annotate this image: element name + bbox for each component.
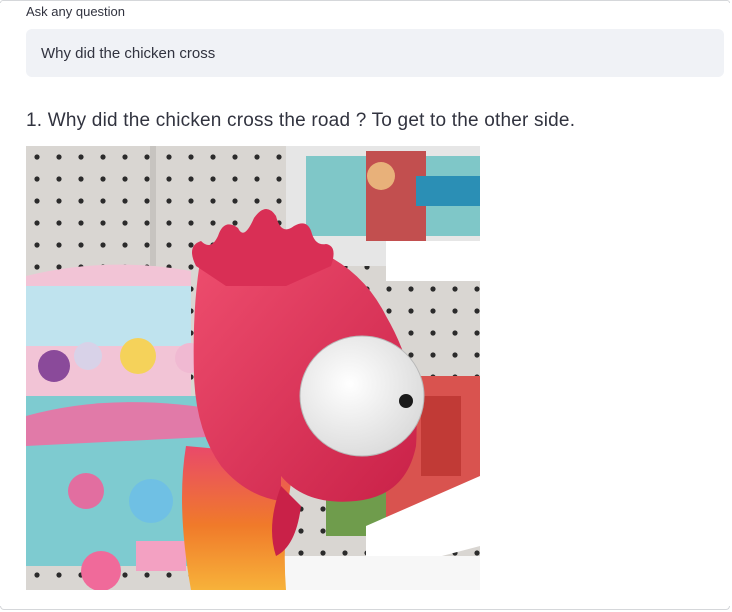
frame-border-bottom bbox=[0, 606, 730, 610]
frame-border-top bbox=[0, 0, 730, 3]
question-input[interactable] bbox=[26, 29, 724, 77]
question-label: Ask any question bbox=[26, 4, 126, 19]
app-page: Ask any question 1. Why did the chicken … bbox=[0, 0, 732, 612]
result-image bbox=[26, 146, 480, 590]
answer-text: 1. Why did the chicken cross the road ? … bbox=[26, 110, 576, 131]
rooster-toy-image bbox=[26, 146, 480, 590]
